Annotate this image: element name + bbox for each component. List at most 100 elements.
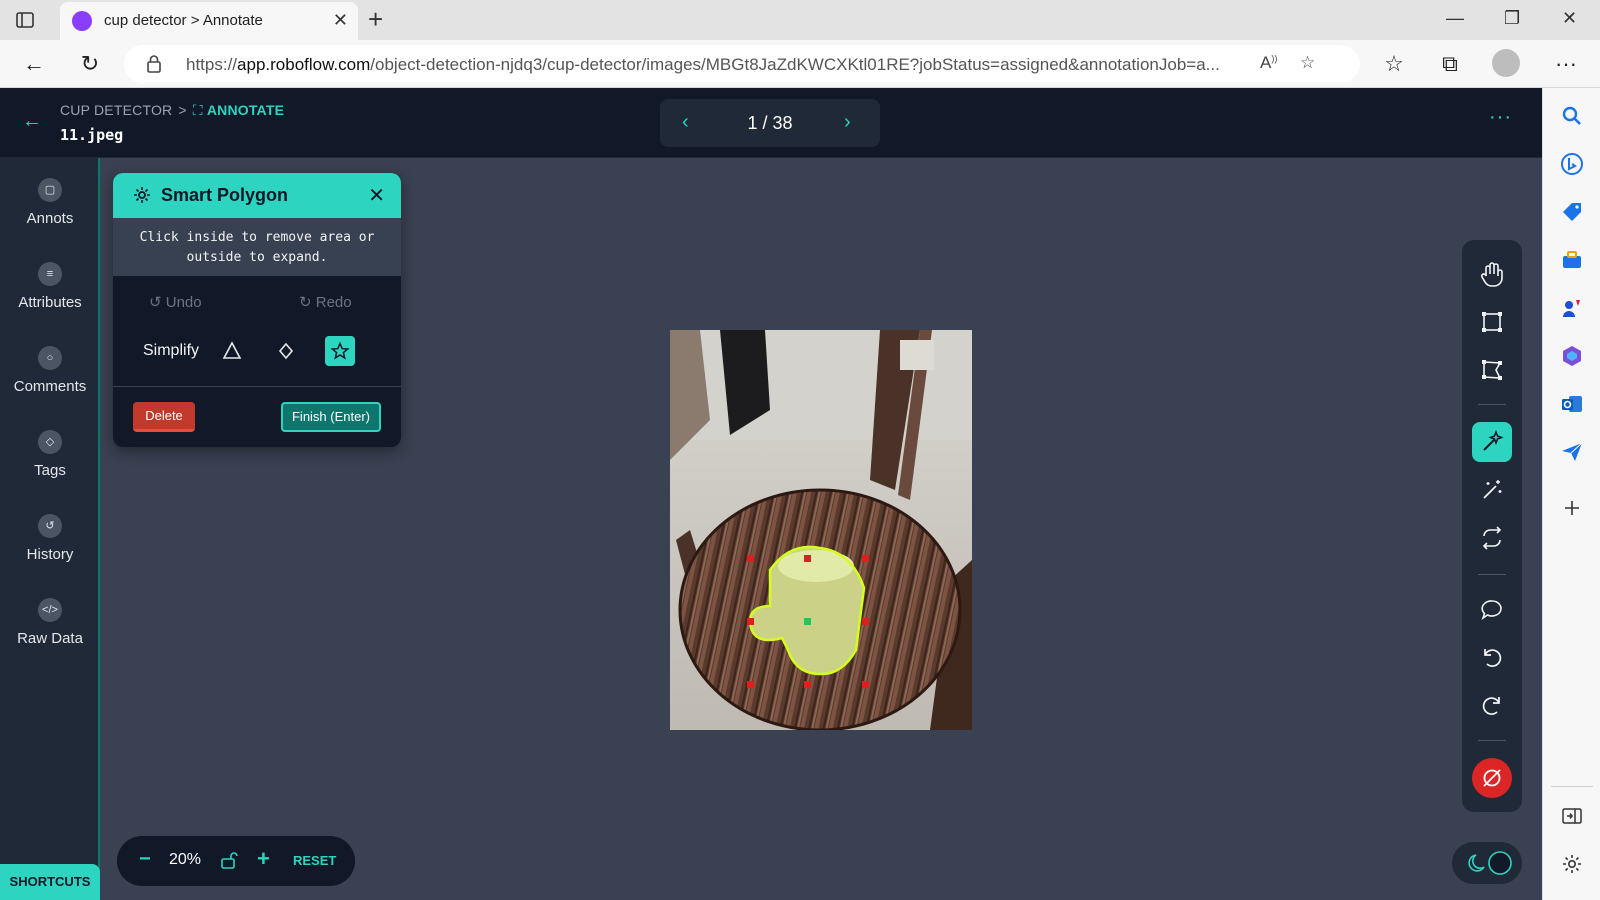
hide-annotations-button[interactable] <box>1472 758 1512 798</box>
unlock-icon[interactable] <box>219 850 239 870</box>
close-icon[interactable]: ✕ <box>368 183 385 208</box>
simplify-diamond-button[interactable] <box>271 336 301 366</box>
bing-icon[interactable] <box>1560 152 1584 176</box>
browser-tab-bar: cup detector > Annotate ✕ + — ❐ ✕ <box>0 0 1600 40</box>
smart-polygon-tool-button[interactable] <box>1472 422 1512 462</box>
annotation-image[interactable] <box>670 330 972 732</box>
microsoft-365-icon[interactable] <box>1560 344 1584 368</box>
undo-button[interactable]: ↺ Undo <box>149 293 202 311</box>
redo-label: Redo <box>315 294 352 311</box>
polygon-icon <box>1482 360 1502 380</box>
rail-item-tags[interactable]: ◇ Tags <box>0 430 100 479</box>
shopping-tag-icon[interactable] <box>1560 200 1584 224</box>
rail-item-raw-data[interactable]: </> Raw Data <box>0 598 100 647</box>
send-icon[interactable] <box>1560 440 1584 464</box>
hide-sidebar-icon[interactable] <box>1560 804 1584 828</box>
outlook-icon[interactable] <box>1560 392 1584 416</box>
browser-tab[interactable]: cup detector > Annotate ✕ <box>60 2 358 40</box>
smart-polygon-title: Smart Polygon <box>161 185 289 205</box>
cup-photo <box>670 330 972 732</box>
lock-icon[interactable] <box>146 54 162 74</box>
zoom-in-button[interactable]: + <box>257 846 270 872</box>
repeat-tool-button[interactable] <box>1472 518 1512 558</box>
polygon-tool-button[interactable] <box>1472 350 1512 390</box>
simplify-triangle-button[interactable] <box>217 336 247 366</box>
comment-icon <box>1481 600 1502 620</box>
panel-divider <box>113 386 401 387</box>
rail-item-history[interactable]: ↺ History <box>0 514 100 563</box>
finish-button[interactable]: Finish (Enter) <box>281 402 381 432</box>
favorites-icon[interactable]: ☆ <box>1380 50 1408 78</box>
list-icon: ≡ <box>38 262 62 286</box>
simplify-star-button[interactable] <box>325 336 355 366</box>
breadcrumb-project[interactable]: CUP DETECTOR <box>60 102 172 118</box>
magic-wand-tool-button[interactable] <box>1472 470 1512 510</box>
bounding-box-tool-button[interactable] <box>1472 302 1512 342</box>
redo-tool-button[interactable] <box>1472 686 1512 726</box>
smart-polygon-header: Smart Polygon ✕ <box>113 173 401 218</box>
collections-icon[interactable]: ⧉ <box>1436 50 1464 78</box>
bounding-box-icon <box>1482 312 1502 332</box>
next-image-icon[interactable]: › <box>844 111 851 134</box>
refresh-icon[interactable]: ↻ <box>76 50 104 78</box>
rail-item-annots[interactable]: ▢ Annots <box>0 178 100 227</box>
profile-avatar[interactable] <box>1492 49 1520 77</box>
back-icon[interactable]: ← <box>20 50 48 78</box>
sidebar-divider <box>1551 786 1593 787</box>
delete-button[interactable]: Delete <box>133 402 195 432</box>
undo-tool-button[interactable] <box>1472 638 1512 678</box>
back-arrow-icon[interactable]: ← <box>22 110 42 133</box>
zoom-controls: − 20% + RESET <box>117 836 355 886</box>
magic-wand-icon <box>1483 480 1502 499</box>
history-icon: ↺ <box>38 514 62 538</box>
rail-label: Comments <box>13 378 87 395</box>
new-tab-icon[interactable]: + <box>368 4 383 35</box>
url-text: https://app.roboflow.com/object-detectio… <box>186 55 1220 74</box>
add-icon[interactable] <box>1560 496 1584 520</box>
right-toolbar <box>1462 240 1522 812</box>
hide-icon <box>1483 769 1501 787</box>
rail-item-attributes[interactable]: ≡ Attributes <box>0 262 100 311</box>
shortcuts-button[interactable]: SHORTCUTS <box>0 864 100 900</box>
gear-icon[interactable] <box>1560 852 1584 876</box>
rail-label: Raw Data <box>17 630 83 647</box>
theme-toggle[interactable] <box>1452 842 1522 884</box>
smart-polygon-icon <box>134 187 150 203</box>
comment-tool-button[interactable] <box>1472 590 1512 630</box>
tools-icon[interactable] <box>1560 248 1584 272</box>
add-favorite-icon[interactable]: ☆ <box>1300 53 1315 73</box>
sidebar-toggle-icon[interactable] <box>14 9 36 31</box>
tab-title: cup detector > Annotate <box>104 12 263 29</box>
close-tab-icon[interactable]: ✕ <box>333 10 348 31</box>
smart-polygon-hint: Click inside to remove area or outside t… <box>113 218 401 276</box>
window-close-icon[interactable]: ✕ <box>1562 8 1577 29</box>
toolbar-divider <box>1478 404 1506 405</box>
rail-item-comments[interactable]: ○ Comments <box>0 346 100 395</box>
minimize-icon[interactable]: — <box>1446 8 1464 29</box>
moon-icon <box>1468 851 1512 875</box>
edge-sidebar <box>1542 88 1600 900</box>
image-filename: 11.jpeg <box>60 126 124 144</box>
search-icon[interactable] <box>1560 104 1584 128</box>
redo-button[interactable]: ↻ Redo <box>299 293 352 311</box>
pan-tool-button[interactable] <box>1472 254 1512 294</box>
repeat-icon <box>1482 526 1502 550</box>
read-aloud-icon[interactable]: A)) <box>1260 53 1277 73</box>
address-bar-row: ← ↻ https://app.roboflow.com/object-dete… <box>0 40 1600 88</box>
more-options-icon[interactable]: ··· <box>1489 106 1512 129</box>
code-icon: </> <box>38 598 62 622</box>
simplify-label: Simplify <box>143 342 200 359</box>
zoom-out-button[interactable]: − <box>139 848 151 871</box>
annots-icon: ▢ <box>38 178 62 202</box>
smart-polygon-panel: Smart Polygon ✕ Click inside to remove a… <box>113 173 401 447</box>
undo-icon <box>1484 649 1502 667</box>
reset-zoom-button[interactable]: RESET <box>293 853 336 868</box>
restore-icon[interactable]: ❐ <box>1504 8 1520 29</box>
url-field[interactable]: https://app.roboflow.com/object-detectio… <box>124 45 1360 83</box>
diamond-icon <box>278 342 294 360</box>
annotate-app: ← CUP DETECTOR > ⛶ ANNOTATE 11.jpeg ‹ 1 / … <box>0 88 1542 900</box>
games-icon[interactable] <box>1560 296 1584 320</box>
comment-icon: ○ <box>38 346 62 370</box>
star-icon <box>330 341 350 360</box>
settings-more-icon[interactable]: ··· <box>1552 50 1580 78</box>
